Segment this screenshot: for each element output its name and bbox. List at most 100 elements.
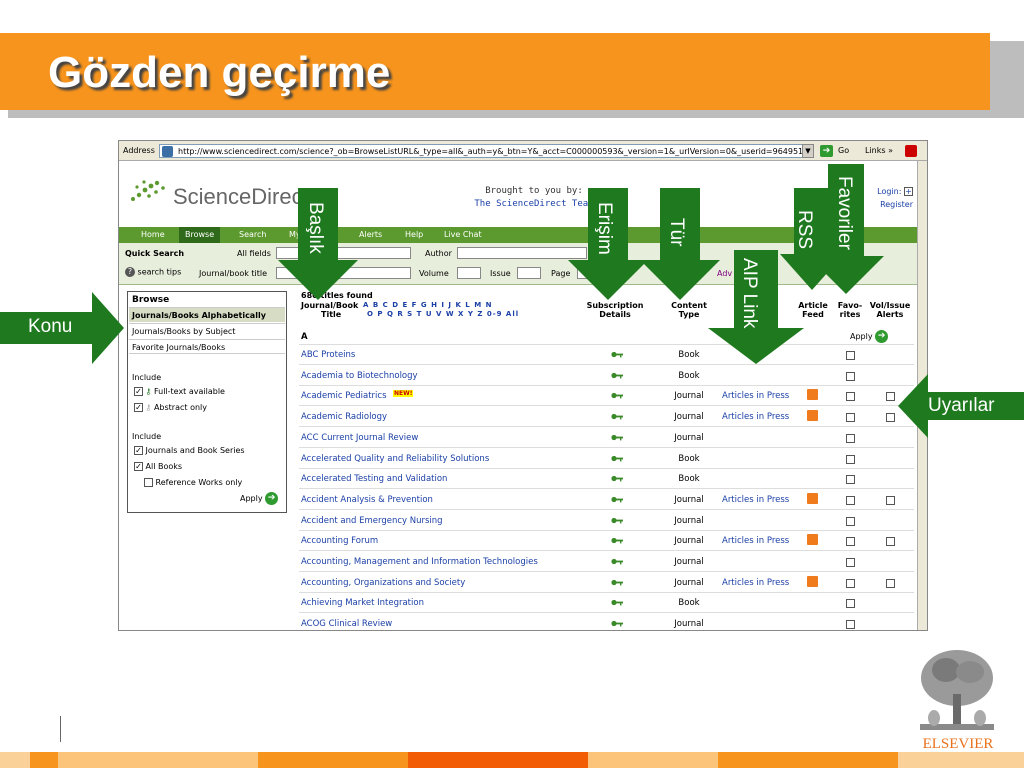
fulltext-checkbox[interactable]: ✓: [134, 387, 143, 396]
go-button[interactable]: Go: [838, 146, 849, 155]
favorite-checkbox[interactable]: [846, 392, 855, 402]
rss-feed-icon[interactable]: [807, 410, 818, 422]
articles-in-press-link[interactable]: Articles in Press: [722, 536, 789, 546]
favorite-checkbox[interactable]: [846, 475, 855, 485]
nav-search[interactable]: Search: [239, 230, 266, 239]
access-key-icon: [611, 600, 623, 606]
rss-feed-icon[interactable]: [807, 389, 818, 401]
favorite-checkbox[interactable]: [846, 371, 855, 381]
favorite-checkbox[interactable]: [846, 599, 855, 609]
alert-checkbox[interactable]: [886, 495, 895, 505]
row-title-link[interactable]: Academic Radiology: [301, 412, 387, 422]
alert-checkbox[interactable]: [886, 413, 895, 423]
sidebar-apply-button[interactable]: Apply ➔: [240, 492, 279, 505]
pdf-icon[interactable]: [905, 145, 917, 157]
access-key-icon: [611, 558, 623, 565]
col-sub-line1: Subscription: [586, 301, 644, 310]
apply-arrow-icon: ➔: [265, 492, 279, 505]
sidebar-item-alphabetical[interactable]: Journals/Books Alphabetically: [129, 307, 285, 322]
col-fav-line1: Favo-: [837, 301, 863, 310]
footer-separator: [60, 716, 61, 742]
konu-label: Konu: [28, 316, 73, 337]
row-title-link[interactable]: Accident and Emergency Nursing: [301, 516, 443, 526]
go-arrow-icon[interactable]: ➔: [820, 145, 833, 157]
articles-in-press-link[interactable]: Articles in Press: [722, 495, 789, 505]
row-title-link[interactable]: Accounting, Management and Information T…: [301, 557, 538, 567]
row-title-link[interactable]: ACOG Clinical Review: [301, 619, 392, 629]
row-title-link[interactable]: Accelerated Quality and Reliability Solu…: [301, 454, 489, 464]
table-row: Accelerated Testing and Validation Book: [299, 469, 914, 490]
alert-checkbox[interactable]: [886, 392, 895, 402]
all-books-checkbox[interactable]: ✓: [134, 462, 143, 471]
abstract-checkbox[interactable]: ✓: [134, 403, 143, 412]
alert-checkbox[interactable]: [886, 537, 895, 547]
nav-alerts[interactable]: Alerts: [359, 230, 382, 239]
journals-series-checkbox[interactable]: ✓: [134, 446, 143, 455]
all-books-option[interactable]: ✓ All Books: [134, 462, 182, 471]
alpha-index-row2[interactable]: O P Q R S T U V W X Y Z 0-9 All: [367, 310, 519, 318]
favorite-checkbox[interactable]: [846, 413, 855, 423]
nav-browse[interactable]: Browse: [179, 227, 221, 243]
sidebar-item-by-subject[interactable]: Journals/Books by Subject: [129, 323, 285, 338]
favorite-checkbox[interactable]: [846, 558, 855, 567]
table-row: ACC Current Journal Review Journal: [299, 428, 914, 448]
alpha-index-row1[interactable]: A B C D E F G H I J K L M N: [363, 301, 492, 309]
abstract-option[interactable]: ✓ ⚷ Abstract only: [134, 403, 207, 412]
rss-feed-icon[interactable]: [807, 492, 818, 504]
favorite-checkbox[interactable]: [846, 620, 855, 630]
access-key-icon: [611, 393, 623, 399]
alert-checkbox[interactable]: [886, 578, 895, 588]
row-title-link[interactable]: ABC Proteins: [301, 350, 355, 360]
help-icon: ?: [125, 267, 135, 277]
rss-feed-icon[interactable]: [807, 534, 818, 546]
favorite-checkbox[interactable]: [846, 537, 855, 547]
col-title-line2: Title: [321, 310, 342, 319]
rss-feed-icon[interactable]: [807, 575, 818, 587]
reference-works-checkbox[interactable]: [144, 478, 153, 487]
aip-label: AIP Link: [739, 258, 760, 329]
row-title-link[interactable]: Accident Analysis & Prevention: [301, 495, 433, 505]
row-title-link[interactable]: Academia to Biotechnology: [301, 371, 418, 381]
row-title-link[interactable]: Accounting Forum: [301, 536, 378, 546]
volume-label: Volume: [419, 269, 449, 278]
articles-in-press-link[interactable]: Articles in Press: [722, 412, 789, 422]
access-key-icon: [611, 455, 623, 461]
row-title-link[interactable]: Accelerated Testing and Validation: [301, 474, 447, 484]
plus-icon[interactable]: +: [904, 187, 913, 196]
row-title-link[interactable]: Achieving Market Integration: [301, 598, 424, 608]
articles-in-press-link[interactable]: Articles in Press: [722, 578, 789, 588]
issue-input[interactable]: [517, 267, 541, 279]
author-label: Author: [425, 249, 452, 258]
dropdown-icon[interactable]: ▼: [802, 144, 814, 158]
new-badge: NEW!: [393, 390, 414, 398]
favorite-checkbox[interactable]: [846, 578, 855, 588]
reference-works-option[interactable]: Reference Works only: [144, 478, 242, 487]
search-tips-link[interactable]: ? search tips: [125, 267, 181, 277]
access-key-icon: [611, 372, 623, 379]
favorite-checkbox[interactable]: [846, 495, 855, 505]
table-apply-button[interactable]: Apply ➔: [850, 330, 889, 343]
content-type: Book: [678, 453, 700, 464]
volume-input[interactable]: [457, 267, 481, 279]
nav-help[interactable]: Help: [405, 230, 423, 239]
links-button[interactable]: Links »: [865, 146, 893, 155]
access-key-icon: [611, 538, 623, 544]
favorite-checkbox[interactable]: [846, 516, 855, 526]
fulltext-option[interactable]: ✓ ⚷ Full-text available: [134, 387, 225, 396]
row-title-link[interactable]: Accounting, Organizations and Society: [301, 578, 465, 588]
favorite-checkbox[interactable]: [846, 433, 855, 443]
nav-live-chat[interactable]: Live Chat: [444, 230, 482, 239]
table-row: Academic Pediatrics NEW! Journal Articles i…: [299, 386, 914, 407]
browse-sidebar: Browse Journals/Books Alphabetically Jou…: [127, 291, 287, 513]
articles-in-press-link[interactable]: Articles in Press: [722, 391, 789, 401]
favorite-checkbox[interactable]: [846, 351, 855, 360]
url-field[interactable]: http://www.sciencedirect.com/science?_ob…: [159, 144, 814, 158]
row-title-link[interactable]: Academic Pediatrics: [301, 391, 387, 401]
row-title-link[interactable]: ACC Current Journal Review: [301, 433, 418, 443]
nav-home[interactable]: Home: [141, 230, 165, 239]
favorite-checkbox[interactable]: [846, 454, 855, 464]
sidebar-item-favorites[interactable]: Favorite Journals/Books: [129, 339, 285, 354]
grey-key-icon: ⚷: [145, 403, 152, 412]
col-alert-line1: Vol/Issue: [869, 301, 911, 310]
journals-series-option[interactable]: ✓ Journals and Book Series: [134, 446, 245, 455]
